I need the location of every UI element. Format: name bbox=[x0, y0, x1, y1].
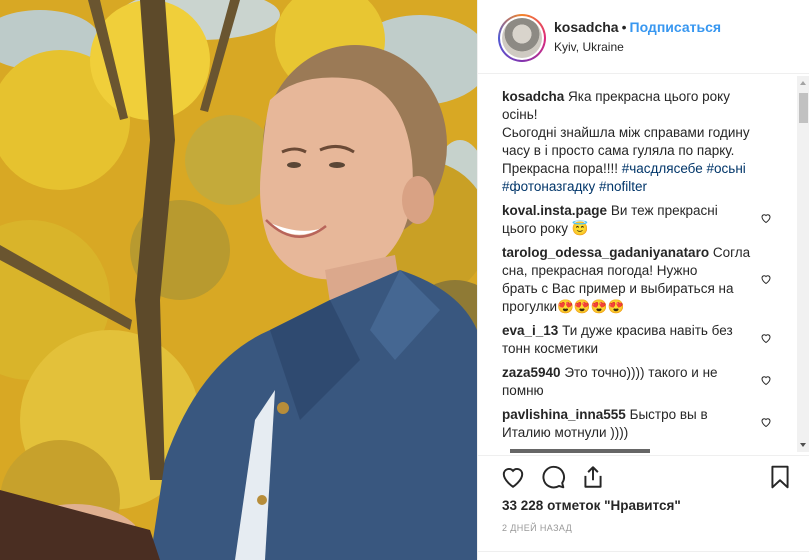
heart-icon[interactable] bbox=[760, 273, 772, 285]
caption-text-line: Яка прекрасна цього року bbox=[568, 89, 730, 104]
header-username[interactable]: kosadcha bbox=[554, 19, 619, 35]
bookmark-icon[interactable] bbox=[767, 464, 793, 490]
follow-button[interactable]: Подписаться bbox=[630, 19, 722, 35]
post-photo[interactable] bbox=[0, 0, 477, 560]
hashtag[interactable]: #часдлясебе bbox=[622, 161, 703, 176]
comment-item: eva_i_13 Ти дуже красива навіть без тонн… bbox=[502, 322, 762, 358]
hashtag[interactable]: #nofilter bbox=[599, 179, 647, 194]
comment-text: цього року 😇 bbox=[502, 221, 589, 236]
hashtag[interactable]: #фотоназгадку bbox=[502, 179, 595, 194]
comment-item: zaza5940 Это точно)))) такого и не помню bbox=[502, 364, 762, 400]
likes-count[interactable]: 33 228 отметок "Нравится" bbox=[502, 498, 681, 513]
comment-item: tarolog_odessa_gadaniyanataro Согла сна,… bbox=[502, 244, 767, 316]
comment-username[interactable]: pavlishina_inna555 bbox=[502, 407, 626, 422]
caption-username[interactable]: kosadcha bbox=[502, 89, 564, 104]
comment-username[interactable]: tarolog_odessa_gadaniyanataro bbox=[502, 245, 709, 260]
comment-text: Ви теж прекрасні bbox=[610, 203, 718, 218]
comment-item: pavlishina_inna555 Быстро вы в Италию мо… bbox=[502, 406, 762, 442]
likes-number: 33 228 bbox=[502, 498, 544, 513]
heart-icon[interactable] bbox=[760, 416, 772, 428]
share-icon[interactable] bbox=[580, 464, 606, 490]
post-panel: kosadcha • Подписаться Kyiv, Ukraine kosad… bbox=[477, 0, 809, 560]
caption-text-line: осінь! bbox=[502, 107, 538, 122]
comment-text: Ти дуже красива навіть без bbox=[562, 323, 733, 338]
hashtag[interactable]: #осьні bbox=[707, 161, 746, 176]
add-comment-bar[interactable] bbox=[478, 551, 809, 560]
autumn-portrait-photo bbox=[0, 0, 477, 560]
likes-suffix: отметок "Нравится" bbox=[547, 498, 681, 513]
avatar[interactable] bbox=[498, 14, 546, 62]
comment-item: koval.insta.page Ви теж прекрасні цього … bbox=[502, 202, 762, 238]
comment-text: Это точно)))) такого и не bbox=[564, 365, 718, 380]
comment-item-partial bbox=[502, 446, 762, 454]
comment-text: прогулки😍😍😍😍 bbox=[502, 299, 625, 314]
comment-text: помню bbox=[502, 383, 544, 398]
post-date[interactable]: 2 дней назад bbox=[502, 523, 572, 533]
caption-text-line: Сьогодні знайшла між справами годину bbox=[502, 125, 750, 140]
scroll-down-arrow-icon[interactable] bbox=[800, 443, 806, 447]
caption-text-line: Прекрасна пора!!!! bbox=[502, 161, 622, 176]
scroll-up-arrow-icon[interactable] bbox=[800, 81, 806, 85]
caption: kosadcha Яка прекрасна цього року осінь!… bbox=[502, 88, 752, 196]
comment-text: сна, прекрасная погода! Нужно bbox=[502, 263, 698, 278]
scrollbar-thumb[interactable] bbox=[799, 93, 808, 123]
heart-icon[interactable] bbox=[760, 332, 772, 344]
comments-list[interactable]: kosadcha Яка прекрасна цього року осінь!… bbox=[478, 74, 809, 454]
avatar-image bbox=[502, 18, 542, 58]
comment-username[interactable]: eva_i_13 bbox=[502, 323, 558, 338]
comment-text: Быстро вы в bbox=[629, 407, 708, 422]
comment-text: тонн косметики bbox=[502, 341, 599, 356]
heart-icon[interactable] bbox=[760, 374, 772, 386]
comment-text: Италию мотнули )))) bbox=[502, 425, 629, 440]
location-link[interactable]: Kyiv, Ukraine bbox=[554, 40, 624, 54]
heart-icon[interactable] bbox=[500, 464, 526, 490]
comment-text: брать с Вас пример и выбираться на bbox=[502, 281, 734, 296]
comment-text: Согла bbox=[712, 245, 751, 260]
caption-text-line: часу в і просто сама гуляла по парку. bbox=[502, 143, 735, 158]
post-header: kosadcha • Подписаться Kyiv, Ukraine bbox=[478, 0, 809, 74]
header-separator: • bbox=[621, 19, 627, 35]
comment-icon[interactable] bbox=[540, 464, 566, 490]
comment-username[interactable]: koval.insta.page bbox=[502, 203, 607, 218]
comment-username[interactable]: zaza5940 bbox=[502, 365, 561, 380]
heart-icon[interactable] bbox=[760, 212, 772, 224]
comments-scrollbar[interactable] bbox=[797, 76, 809, 452]
post-actions: 33 228 отметок "Нравится" 2 дней назад bbox=[478, 455, 809, 560]
